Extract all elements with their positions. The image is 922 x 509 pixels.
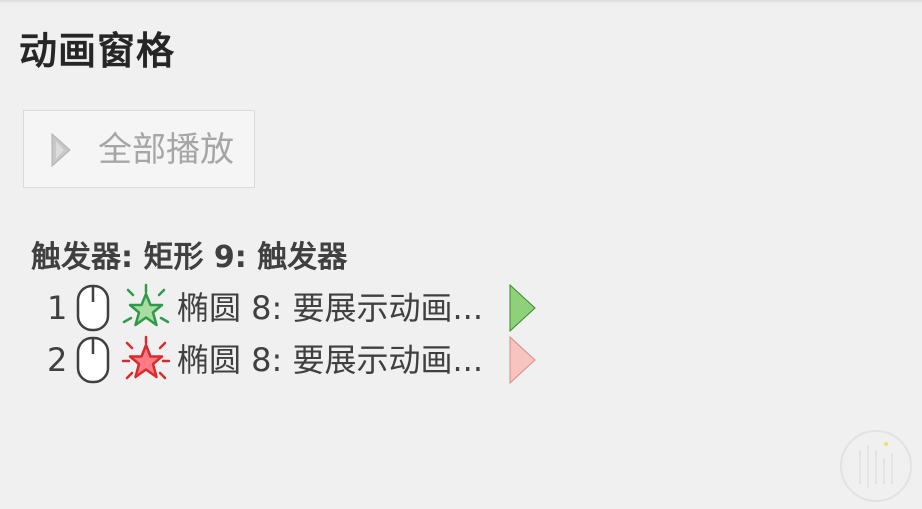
entrance-star-icon	[122, 283, 170, 327]
pane-top-edge	[0, 0, 922, 4]
animation-item[interactable]: 1 椭圆 8: 要展示动画...	[0, 282, 560, 334]
mouse-click-icon	[76, 284, 110, 332]
emphasis-star-icon	[121, 335, 171, 380]
pane-title: 动画窗格	[19, 29, 176, 73]
play-all-label: 全部播放	[98, 130, 234, 170]
animation-target: 椭圆 8: 要展示动画...	[177, 289, 484, 327]
animation-number: 1	[47, 289, 68, 327]
trigger-header: 触发器: 矩形 9: 触发器	[31, 240, 348, 275]
animation-number: 2	[47, 341, 68, 379]
animation-item[interactable]: 2 椭圆 8: 要展示动画...	[0, 334, 560, 386]
play-triangle-icon	[51, 132, 71, 168]
timeline-bar-icon	[509, 336, 536, 384]
timeline-bar-icon	[509, 284, 536, 332]
mouse-click-icon	[76, 336, 110, 384]
animation-target: 椭圆 8: 要展示动画...	[177, 341, 484, 379]
play-all-button[interactable]: 全部播放	[23, 110, 255, 188]
watermark-logo-icon	[840, 430, 912, 502]
